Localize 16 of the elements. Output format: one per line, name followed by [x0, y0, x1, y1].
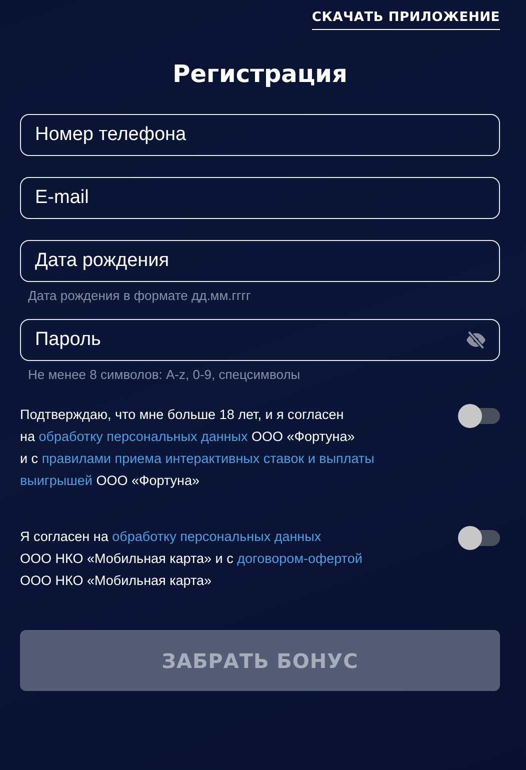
field-hint: Дата рождения в формате дд.мм.гггг [28, 288, 252, 303]
field-hint: Не менее 8 символов: A-z, 0-9, спецсимволы [28, 367, 302, 382]
input-field[interactable]: Дата рождения [20, 240, 500, 282]
consent-link[interactable]: договором-офертой [237, 551, 362, 566]
download-app-link[interactable]: СКАЧАТЬ ПРИЛОЖЕНИЕ [312, 10, 500, 30]
consent-link[interactable]: обработку персональных данных [112, 529, 322, 544]
consent-link[interactable]: правилами приема интерактивных ставок и выплаты [42, 451, 374, 466]
input-field[interactable]: E-mail [20, 177, 500, 219]
hidden-eye-icon[interactable] [465, 330, 487, 350]
password-field[interactable]: Пароль [20, 319, 500, 361]
consent-text: Я согласен на обработку персональных данных ООО НКО «Мобильная карта» и с договором-офертой ООО НКО «Мобильная карта» [20, 528, 362, 590]
input-field[interactable]: Номер телефона [20, 114, 500, 156]
consent-link[interactable]: обработку персональных данных [38, 429, 248, 444]
consent-link[interactable]: выигрышей [20, 473, 92, 488]
page-title: Регистрация [172, 60, 348, 88]
consent-text: Подтверждаю, что мне больше 18 лет, и я согласен на обработку персональных данных ООО «Фортуна» и с правилами приема интерактивных ставок и выплаты выигрышей ООО «Фортуна» [20, 406, 374, 490]
